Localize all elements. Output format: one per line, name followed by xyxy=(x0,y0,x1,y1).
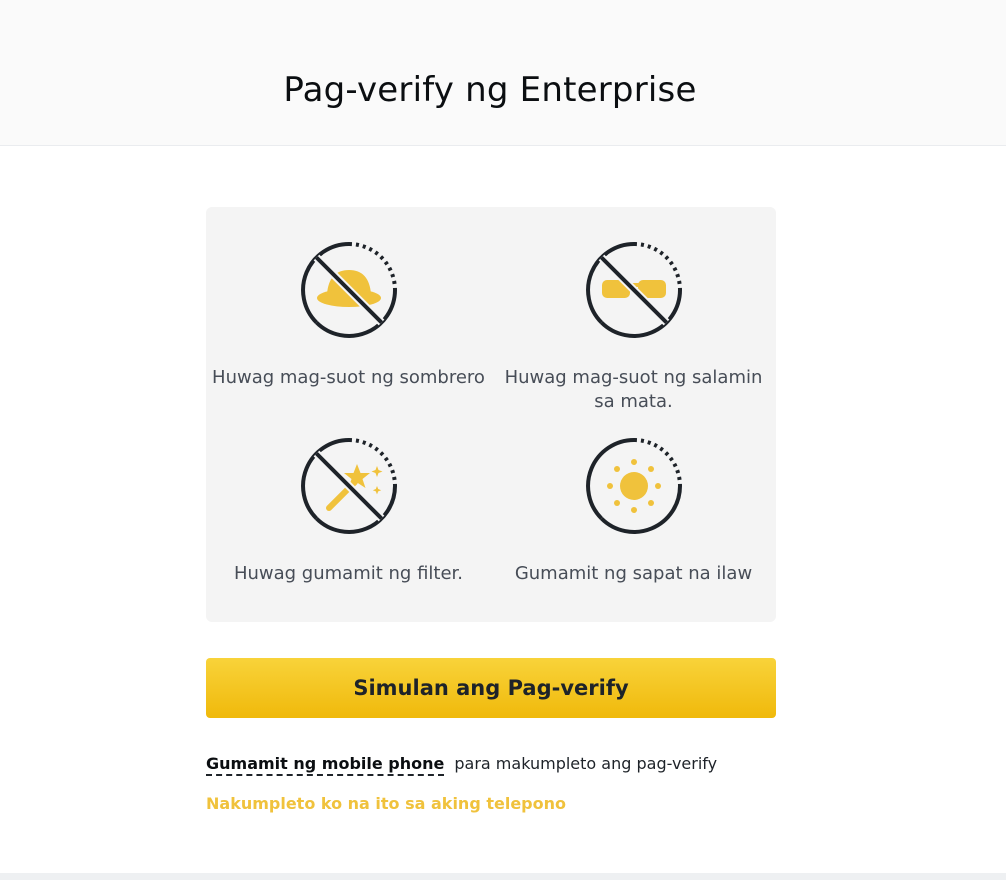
no-glasses-icon xyxy=(585,242,682,338)
tip-lighting: Gumamit ng sapat na ilaw xyxy=(491,436,776,586)
tip-label: Huwag mag-suot ng sombrero xyxy=(212,367,485,388)
completed-on-phone-link[interactable]: Nakumpleto ko na ito sa aking telepono xyxy=(206,792,566,816)
page-title: Pag-verify ng Enterprise xyxy=(283,70,697,110)
tip-label: Huwag gumamit ng filter. xyxy=(233,563,464,584)
tip-no-hat: Huwag mag-suot ng sombrero xyxy=(206,240,491,390)
tip-no-glasses: Huwag mag-suot ng salamin sa mata. xyxy=(491,240,776,414)
mobile-row: Gumamit ng mobile phone para makumpleto a… xyxy=(206,752,717,776)
no-hat-icon xyxy=(300,242,397,338)
page-header: Pag-verify ng Enterprise xyxy=(0,0,1006,146)
tip-label: Gumamit ng sapat na ilaw xyxy=(514,563,753,584)
mobile-hint-text: para makumpleto ang pag-verify xyxy=(454,754,718,773)
start-verification-button[interactable]: Simulan ang Pag-verify xyxy=(206,658,776,718)
tip-label: Huwag mag-suot ng salamin sa mata. xyxy=(504,367,763,412)
tips-card: Huwag mag-suot ng sombrero Huwag mag-suo… xyxy=(206,207,776,622)
use-mobile-phone-link[interactable]: Gumamit ng mobile phone xyxy=(206,754,445,776)
footer-divider xyxy=(0,873,1006,880)
sun-icon xyxy=(585,438,682,534)
tip-no-filter: Huwag gumamit ng filter. xyxy=(206,436,491,586)
no-filter-icon xyxy=(300,438,397,534)
